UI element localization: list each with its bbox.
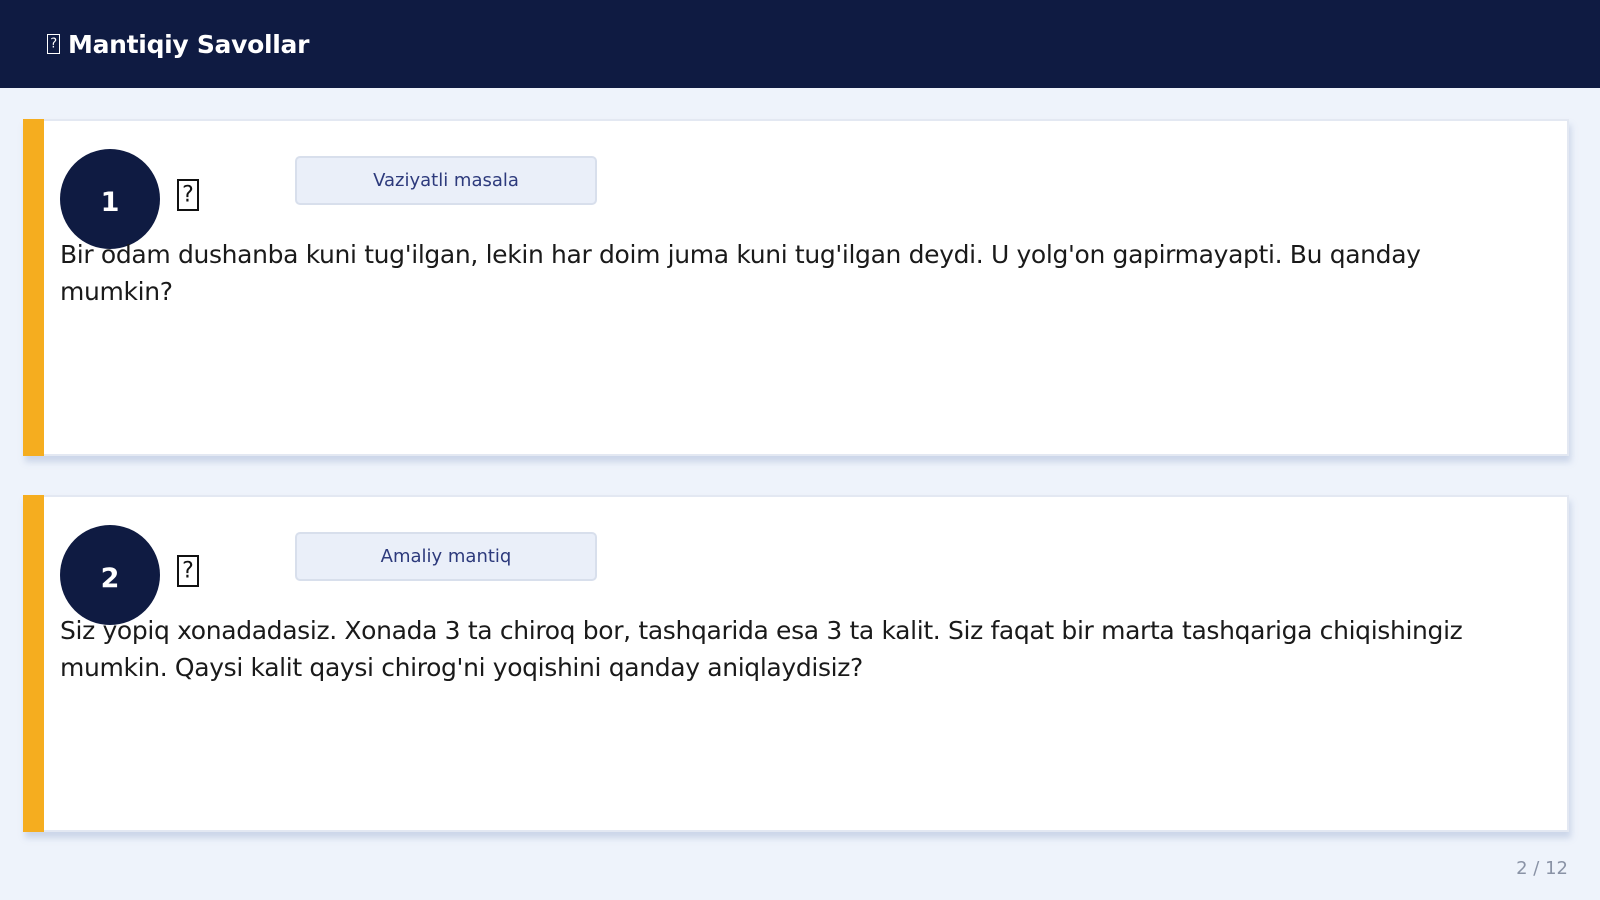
category-label: Amaliy mantiq [380,546,512,567]
question-card: 1 Vaziyatli masala Bir odam dushanba kun… [23,119,1569,456]
card-accent-bar [23,495,44,832]
question-number: 2 [100,562,120,594]
question-mark-icon [177,179,199,211]
question-number-badge: 1 [60,149,160,249]
missing-glyph-icon [47,34,60,54]
question-text: Bir odam dushanba kuni tug'ilgan, lekin … [60,240,1421,306]
page-counter: 2 / 12 [1516,858,1568,879]
card-accent-bar [23,119,44,456]
category-label: Vaziyatli masala [373,170,519,191]
category-tag: Vaziyatli masala [295,156,597,205]
category-tag: Amaliy mantiq [295,532,597,581]
question-number-badge: 2 [60,525,160,625]
question-card: 2 Amaliy mantiq Siz yopiq xonadadasiz. X… [23,495,1569,832]
page-title: Mantiqiy Savollar [47,30,309,59]
question-mark-icon [177,555,199,587]
top-bar: Mantiqiy Savollar [0,0,1600,88]
question-number: 1 [100,186,120,218]
question-text: Siz yopiq xonadadasiz. Xonada 3 ta chiro… [60,616,1463,682]
page-title-text: Mantiqiy Savollar [68,29,310,59]
